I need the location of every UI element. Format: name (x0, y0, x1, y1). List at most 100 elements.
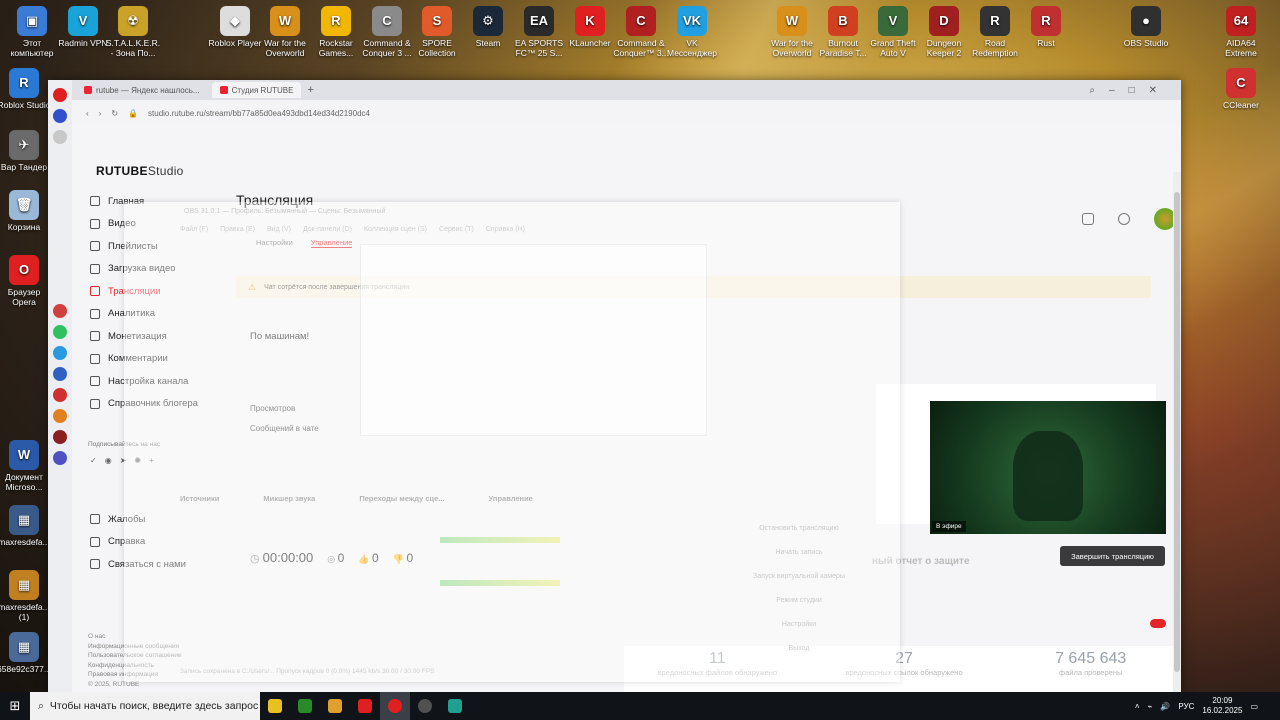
desktop-icon-label: War for the Overworld (264, 38, 306, 58)
language-indicator[interactable]: РУС (1178, 702, 1194, 711)
desktop-icon[interactable]: VK VK Мессенджер (664, 6, 720, 58)
taskbar-app[interactable] (440, 692, 470, 720)
rutube-studio-logo[interactable]: RUTUBEStudio (96, 164, 184, 178)
desktop-icon-label: KLauncher (569, 38, 611, 48)
desktop-icon[interactable]: ▣ Этот компьютер (4, 6, 60, 58)
obs-control-button[interactable]: Настройки (709, 613, 889, 637)
vk-icon[interactable] (53, 367, 67, 381)
sidebar-app-icon[interactable] (53, 409, 67, 423)
obs-preview[interactable] (360, 244, 707, 436)
desktop-icon[interactable]: ✈ Вар Тандер (0, 130, 52, 172)
nav-icon (90, 286, 100, 297)
search-placeholder: Чтобы начать поиск, введите здесь запрос (49, 700, 259, 712)
taskbar-opera[interactable] (380, 692, 410, 720)
taskbar-app[interactable] (290, 692, 320, 720)
volume-icon[interactable]: 🔊 (1160, 702, 1170, 711)
nav-icon (90, 263, 100, 274)
desktop-icon[interactable]: D Dungeon Keeper 2 (916, 6, 972, 58)
stream-preview-video[interactable]: В эфире (930, 401, 1166, 534)
desktop-icon[interactable]: R Road Redemption (967, 6, 1023, 58)
scrollbar-thumb[interactable] (1174, 192, 1180, 672)
sidebar-app-icon[interactable] (53, 430, 67, 444)
page-scrollbar[interactable] (1173, 172, 1181, 692)
desktop-icon[interactable]: B Burnout Paradise T... (815, 6, 871, 58)
obs-menu-item[interactable]: Док-панели (D) (303, 226, 352, 233)
desktop-icon[interactable]: ▦ 658e92c377... (0, 632, 52, 674)
window-controls[interactable]: ⌕–□✕ (1089, 85, 1171, 96)
desktop-icon[interactable]: ● OBS Studio (1118, 6, 1174, 48)
desktop-icon-image: C (626, 6, 656, 36)
desktop-icon[interactable]: V Grand Theft Auto V (865, 6, 921, 58)
desktop-icon[interactable]: ▦ maxresdefa... (1) (0, 570, 52, 622)
taskbar-obs[interactable] (410, 692, 440, 720)
desktop-icon[interactable]: ▦ maxresdefa... (0, 505, 52, 547)
logo-text: RUTUBE (96, 164, 148, 178)
desktop-icon-image: ▦ (9, 570, 39, 600)
desktop-icon[interactable]: W War for the Overworld (764, 6, 820, 58)
desktop-icon[interactable]: ☢ S.T.A.L.K.E.R. - Зона По... (105, 6, 161, 58)
bell-icon[interactable] (1118, 213, 1130, 225)
desktop-icon[interactable]: C Command & Conquer™ 3... (613, 6, 669, 58)
telegram-icon[interactable] (53, 346, 67, 360)
tray-chevron-icon[interactable]: ˄ (1135, 702, 1140, 711)
desktop-icon[interactable]: R Roblox Studio (0, 68, 52, 110)
upload-icon[interactable] (1082, 213, 1094, 225)
obs-menu-item[interactable]: Правка (E) (220, 226, 255, 233)
desktop-icon[interactable]: R Rockstar Games... (308, 6, 364, 58)
desktop-icon[interactable]: ⚙ Steam (460, 6, 516, 48)
obs-control-button[interactable]: Режим студии (709, 589, 889, 613)
browser-tab-active[interactable]: Студия RUTUBE (211, 82, 302, 98)
desktop-icon[interactable]: R Rust (1018, 6, 1074, 48)
desktop-icon[interactable]: 64 AIDA64 Extreme (1213, 6, 1269, 58)
obs-menu-item[interactable]: Справка (H) (486, 226, 525, 233)
desktop-icon[interactable]: ◆ Roblox Player (207, 6, 263, 48)
network-icon[interactable]: ⌁ (1148, 702, 1153, 711)
forward-icon[interactable]: › (99, 109, 102, 118)
obs-menu-item[interactable]: Сервис (T) (439, 226, 474, 233)
sidebar-app-icon[interactable] (53, 109, 67, 123)
taskbar-yandex[interactable] (350, 692, 380, 720)
obs-control-button[interactable]: Остановить трансляцию (709, 517, 889, 541)
obs-control-button[interactable]: Выход (709, 637, 889, 661)
clock[interactable]: 20:09 16.02.2025 (1202, 696, 1242, 716)
desktop-icon[interactable]: S SPORE Collection (409, 6, 465, 58)
sidebar-app-icon[interactable] (53, 130, 67, 144)
obs-window-ghost[interactable]: OBS 31.0.1 — Профиль: Безымянный — Сцены… (124, 202, 900, 682)
browser-tab[interactable]: rutube — Яндекс нашлось... (76, 82, 208, 98)
obs-control-button[interactable]: Запуск виртуальной камеры (709, 565, 889, 589)
desktop-icon[interactable]: K KLauncher (562, 6, 618, 48)
opera-logo-icon[interactable] (53, 88, 67, 102)
reload-icon[interactable]: ↻ (111, 109, 118, 118)
desktop-icon[interactable]: V Radmin VPN (55, 6, 111, 48)
whatsapp-icon[interactable] (53, 325, 67, 339)
sidebar-app-icon[interactable] (53, 451, 67, 465)
desktop-icon[interactable]: C Command & Conquer 3 ... (359, 6, 415, 58)
yandex-icon[interactable] (53, 388, 67, 402)
desktop-icon[interactable]: 🗑 Корзина (0, 190, 52, 232)
obs-menu-item[interactable]: Коллекция сцен (S) (364, 226, 427, 233)
obs-menu-item[interactable]: Вид (V) (267, 226, 291, 233)
back-icon[interactable]: ‹ (86, 109, 89, 118)
vk-icon[interactable]: ✓ (90, 456, 97, 465)
clock-time: 20:09 (1212, 696, 1233, 705)
desktop-icon[interactable]: C CCleaner (1213, 68, 1269, 110)
end-stream-button[interactable]: Завершить трансляцию (1060, 546, 1165, 566)
ok-icon[interactable]: ◉ (105, 456, 112, 465)
desktop-icon[interactable]: EA EA SPORTS FC™ 25 S... (511, 6, 567, 58)
obs-control-button[interactable]: Начать запись (709, 541, 889, 565)
start-button[interactable]: ⊞ (0, 692, 30, 720)
taskbar-app[interactable] (320, 692, 350, 720)
taskbar-yandex-browser[interactable] (260, 692, 290, 720)
obs-menu-item[interactable]: Файл (F) (180, 226, 208, 233)
desktop-icon[interactable]: O Браузер Opera (0, 255, 52, 307)
taskbar-search[interactable]: ⌕ Чтобы начать поиск, введите здесь запр… (30, 692, 260, 720)
desktop-icon[interactable]: W War for the Overworld (257, 6, 313, 58)
desktop-icon-label: Road Redemption (972, 38, 1018, 58)
desktop-icon[interactable]: W Документ Microso... (0, 440, 52, 492)
url-field[interactable]: studio.rutube.ru/stream/bb77a85d0ea493db… (148, 109, 1181, 118)
notifications-icon[interactable]: ▭ (1250, 702, 1258, 711)
toggle-switch[interactable] (1150, 619, 1166, 628)
desktop-icon-image: R (321, 6, 351, 36)
new-tab-icon[interactable]: + (307, 84, 313, 96)
sidebar-app-icon[interactable] (53, 304, 67, 318)
